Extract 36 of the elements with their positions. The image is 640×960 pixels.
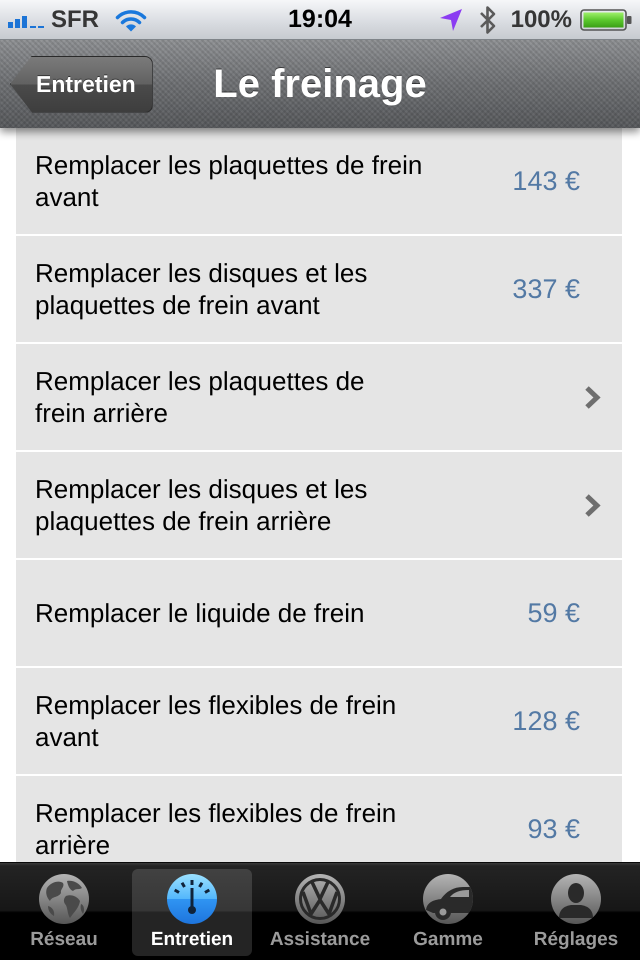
- row-title: Remplacer les disques et les plaquettes de frein avant: [35, 257, 368, 321]
- battery-percentage: 100%: [510, 6, 572, 34]
- row-title: Remplacer les plaquettes de frein avant: [35, 149, 424, 213]
- tab-item[interactable]: Réglages: [516, 869, 636, 956]
- tab-item[interactable]: Réseau: [4, 869, 124, 956]
- wifi-icon: [115, 8, 147, 32]
- row-title: Remplacer les flexibles de frein avant: [35, 689, 398, 753]
- price-label: 59 €: [527, 598, 580, 628]
- row-title: Remplacer les flexibles de frein arrière: [35, 797, 398, 861]
- carrier-name: SFR: [51, 6, 99, 34]
- tab-item[interactable]: Entretien: [132, 869, 252, 956]
- tab-item[interactable]: Assistance: [260, 869, 380, 956]
- bluetooth-icon: [478, 4, 498, 36]
- battery-icon: [580, 8, 632, 30]
- signal-icon: [8, 14, 45, 28]
- person-icon: [551, 874, 601, 924]
- chevron-icon: [584, 492, 601, 518]
- clock-time: 19:04: [288, 5, 352, 34]
- gauge-icon: [167, 874, 217, 924]
- row-title: Remplacer le liquide de frein: [35, 597, 366, 629]
- chevron-icon: [584, 384, 601, 410]
- emblem-icon: [295, 874, 345, 924]
- price-label: 128 €: [512, 706, 580, 736]
- location-arrow-icon: [438, 8, 463, 32]
- price-label: 93 €: [527, 814, 580, 844]
- page-title: Le freinage: [213, 62, 427, 106]
- list-row[interactable]: Remplacer les disques et les plaquettes de frein arrière: [16, 452, 622, 558]
- row-title: Remplacer les plaquettes de frein arrière: [35, 365, 366, 429]
- row-title: Remplacer les disques et les plaquettes de frein arrière: [35, 473, 368, 537]
- price-label: 337 €: [512, 274, 580, 304]
- globe-icon: [39, 874, 89, 924]
- list-row[interactable]: Remplacer les plaquettes de frein arrière: [16, 344, 622, 450]
- car-icon: [423, 874, 473, 924]
- back-button[interactable]: Entretien: [10, 56, 153, 112]
- tab-item[interactable]: Gamme: [388, 869, 508, 956]
- price-label: 143 €: [512, 166, 580, 196]
